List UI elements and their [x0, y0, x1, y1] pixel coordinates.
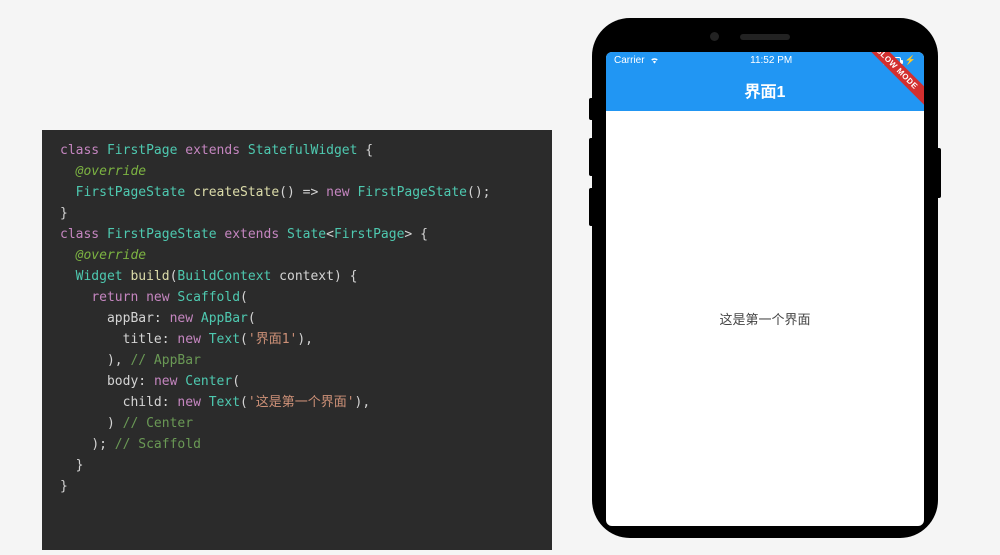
- status-bar: Carrier 11:52 PM ⚡: [606, 52, 924, 69]
- phone-speaker: [740, 34, 790, 40]
- code-line[interactable]: class FirstPage extends StatefulWidget {: [42, 140, 552, 161]
- code-line[interactable]: return new Scaffold(: [42, 287, 552, 308]
- code-line[interactable]: @override: [42, 161, 552, 182]
- carrier-label: Carrier: [614, 55, 645, 66]
- status-left: Carrier: [614, 54, 660, 68]
- phone-screen[interactable]: Carrier 11:52 PM ⚡ 界面1 这是第一个界面 SLOW MODE: [606, 52, 924, 526]
- phone-frame: Carrier 11:52 PM ⚡ 界面1 这是第一个界面 SLOW MODE: [592, 18, 938, 538]
- app-bar: 界面1: [606, 69, 924, 111]
- code-editor[interactable]: class FirstPage extends StatefulWidget {…: [42, 130, 552, 550]
- code-line[interactable]: }: [42, 455, 552, 476]
- code-line[interactable]: @override: [42, 245, 552, 266]
- phone-camera: [710, 32, 719, 41]
- body-text: 这是第一个界面: [719, 309, 810, 328]
- code-line[interactable]: }: [42, 476, 552, 497]
- battery-icon: [883, 57, 901, 65]
- phone-power-button: [938, 148, 941, 198]
- code-line[interactable]: appBar: new AppBar(: [42, 308, 552, 329]
- code-line[interactable]: ); // Scaffold: [42, 434, 552, 455]
- status-right: ⚡: [883, 55, 916, 66]
- phone-volume-down: [589, 188, 592, 226]
- phone-mute-switch: [589, 98, 592, 120]
- wifi-icon: [649, 54, 660, 68]
- code-line[interactable]: child: new Text('这是第一个界面'),: [42, 392, 552, 413]
- code-line[interactable]: Widget build(BuildContext context) {: [42, 266, 552, 287]
- code-line[interactable]: class FirstPageState extends State<First…: [42, 224, 552, 245]
- code-line[interactable]: title: new Text('界面1'),: [42, 329, 552, 350]
- phone-volume-up: [589, 138, 592, 176]
- code-line[interactable]: ), // AppBar: [42, 350, 552, 371]
- code-line[interactable]: }: [42, 203, 552, 224]
- code-line[interactable]: body: new Center(: [42, 371, 552, 392]
- status-time: 11:52 PM: [750, 55, 792, 66]
- code-line[interactable]: ) // Center: [42, 413, 552, 434]
- charging-icon: ⚡: [905, 55, 916, 66]
- phone-simulator: Carrier 11:52 PM ⚡ 界面1 这是第一个界面 SLOW MODE: [592, 18, 942, 548]
- app-bar-title: 界面1: [745, 78, 786, 102]
- code-line[interactable]: FirstPageState createState() => new Firs…: [42, 182, 552, 203]
- body-content: 这是第一个界面: [606, 111, 924, 526]
